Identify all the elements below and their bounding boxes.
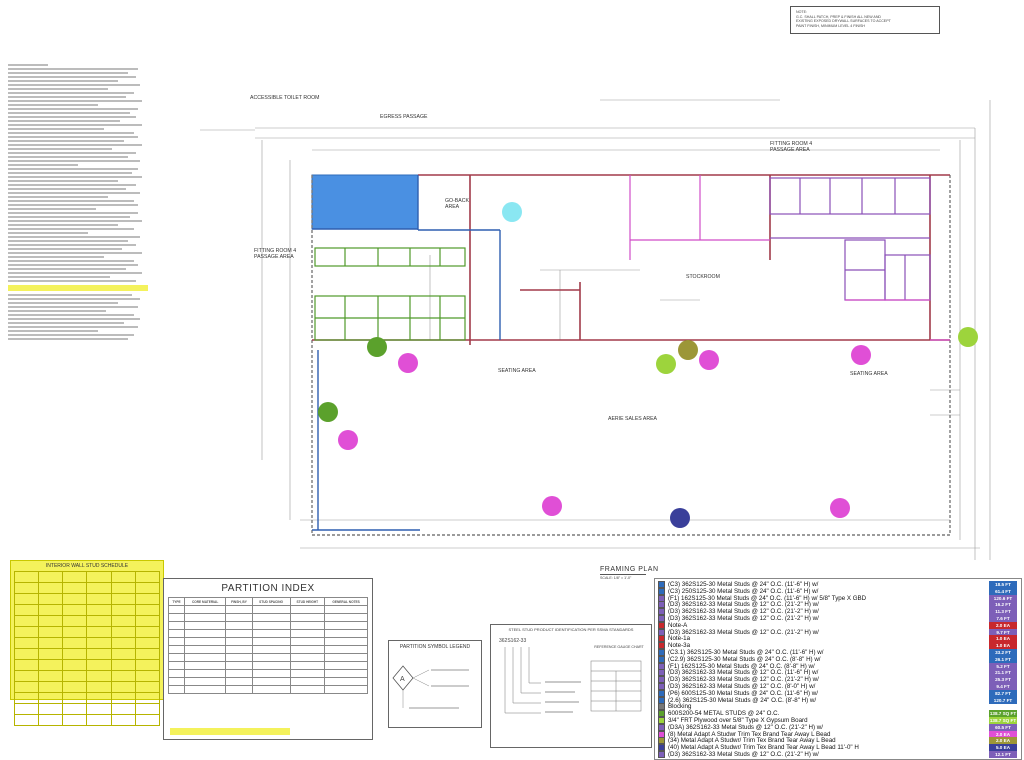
column-header: STUD HEIGHT xyxy=(289,597,326,606)
room-label-go-back-sub: AREA xyxy=(445,204,460,210)
legend-item[interactable]: (D3) 362S162-33 Metal Studs @ 12" O.C. (… xyxy=(657,751,1019,759)
room-label-fitting-room-4-sub: PASSAGE AREA xyxy=(770,147,810,153)
room-label-egress-passage: EGRESS PASSAGE xyxy=(380,114,428,120)
takeoff-legend: (C3) 362S125-30 Metal Studs @ 24" O.C. (… xyxy=(654,578,1022,760)
framing-plan-title-block: FRAMING PLAN SCALE: 1/8" = 1'-0" xyxy=(600,566,659,581)
floor-plan-drawing: ACCESSIBLE TOILET ROOM EGRESS PASSAGE FI… xyxy=(200,95,991,560)
room-label-seating-right: SEATING AREA xyxy=(850,371,888,377)
room-label-sales-area: AERIE SALES AREA xyxy=(608,416,658,422)
room-label-fitting-room-passage-sub: PASSAGE AREA xyxy=(254,254,294,260)
partition-symbol-legend: PARTITION SYMBOL LEGEND A xyxy=(388,640,482,728)
stud-schedule-title: INTERIOR WALL STUD SCHEDULE xyxy=(45,563,129,569)
legend-item-label: (D3) 362S162-33 Metal Studs @ 12" O.C. (… xyxy=(668,751,819,759)
room-label-accessible-toilet: ACCESSIBLE TOILET ROOM xyxy=(250,95,319,101)
column-header: FINSH, BY xyxy=(225,597,253,606)
column-header: CORE MATERIAL xyxy=(183,597,227,606)
column-header: STUD SPACING xyxy=(251,597,291,606)
framing-plan-title: FRAMING PLAN xyxy=(600,566,659,573)
partition-index-grid: TYPE CORE MATERIAL FINSH, BY STUD SPACIN… xyxy=(168,597,368,694)
steel-stud-identification: STEEL STUD PRODUCT IDENTIFICATION PER SS… xyxy=(490,624,652,748)
column-header: GENERAL NOTES xyxy=(324,597,368,606)
stud-schedule-table: INTERIOR WALL STUD SCHEDULE xyxy=(10,560,164,726)
room-label-seating-left: SEATING AREA xyxy=(498,368,536,374)
framing-plan-scale: SCALE: 1/8" = 1'-0" xyxy=(600,576,632,580)
reference-gauge-chart-label: REFERENCE GAUGE CHART xyxy=(594,645,644,649)
column-header: TYPE xyxy=(168,597,185,606)
steel-stud-diagram xyxy=(504,647,642,714)
partition-symbol-icon: A xyxy=(392,665,469,709)
steel-stud-title: STEEL STUD PRODUCT IDENTIFICATION PER SS… xyxy=(508,627,634,632)
legend-item-quantity: 12.1 FT xyxy=(989,751,1017,758)
legend-swatch-icon xyxy=(658,751,665,758)
svg-text:A: A xyxy=(400,676,405,683)
partition-index-title: PARTITION INDEX xyxy=(221,583,315,594)
stud-schedule-grid xyxy=(13,571,161,726)
highlighted-note xyxy=(170,728,290,735)
room-label-stockroom: STOCKROOM xyxy=(686,274,720,280)
partition-index-table: PARTITION INDEX TYPE CORE MATERIAL FINSH… xyxy=(163,578,373,740)
